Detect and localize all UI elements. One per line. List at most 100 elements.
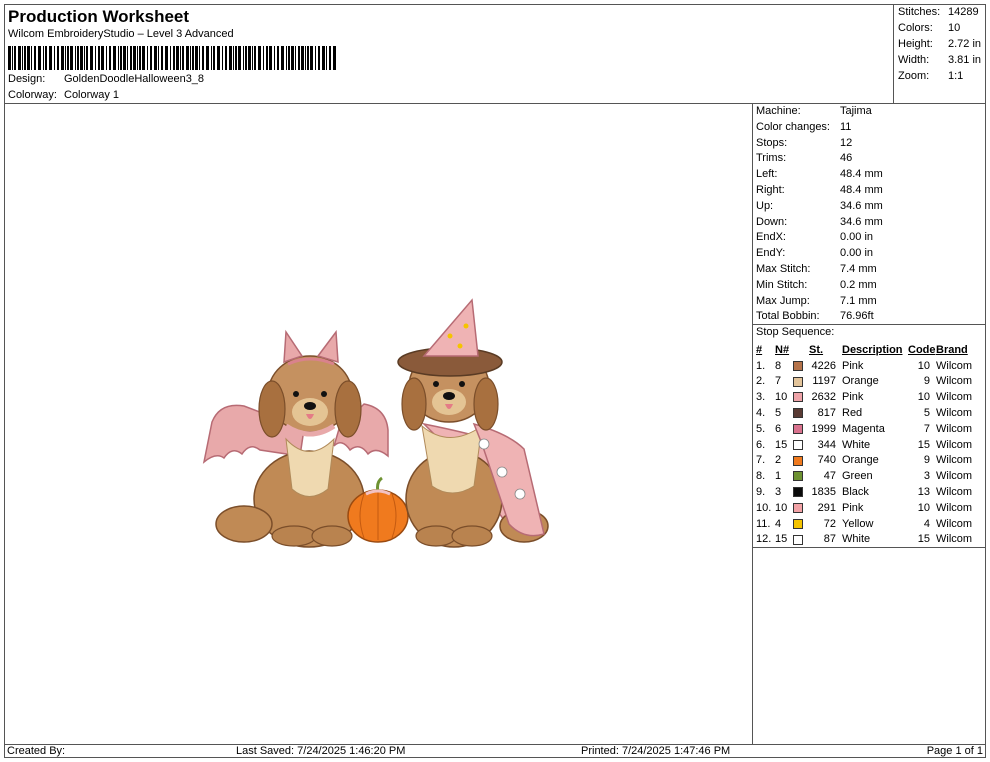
color-swatch-cell — [793, 405, 809, 421]
thread-brand: Wilcom — [936, 438, 973, 451]
machine-info-row: Trims: 46 — [756, 152, 852, 167]
header-brand: Brand — [936, 343, 968, 356]
summary-width: Width: 3.81 in — [898, 54, 982, 66]
thread-description: Orange — [842, 454, 879, 467]
thread-brand: Wilcom — [936, 359, 973, 372]
barcode-bar — [57, 46, 59, 70]
table-divider — [753, 547, 986, 548]
stop-num: 11. — [756, 517, 771, 530]
machine-info-label: Down: — [756, 215, 788, 228]
header-stitches: St. — [809, 343, 824, 356]
thread-description: Pink — [842, 359, 864, 372]
thread-description: White — [842, 533, 871, 546]
stop-sequence-section: Stop Sequence: — [753, 324, 986, 339]
barcode-bar — [301, 46, 304, 70]
barcode-bar — [77, 46, 79, 70]
barcode-bar — [123, 46, 126, 70]
barcode-bar — [43, 46, 44, 70]
software-name: Wilcom EmbroideryStudio – Level 3 Advanc… — [8, 28, 234, 40]
thread-brand: Wilcom — [936, 486, 973, 499]
barcode-bar — [192, 46, 194, 70]
machine-info-row: Color changes: 11 — [756, 121, 851, 136]
stitch-count: 291 — [817, 501, 836, 514]
barcode-bar — [118, 46, 119, 70]
design-value: GoldenDoodleHalloween3_8 — [64, 73, 205, 85]
needle-num: 10 — [775, 501, 788, 514]
barcode-bar — [295, 46, 296, 70]
barcode-bar — [109, 46, 111, 70]
barcode-bar — [113, 46, 116, 70]
barcode-bar — [106, 46, 107, 70]
needle-num: 4 — [775, 517, 782, 530]
machine-info-label: Min Stitch: — [756, 278, 808, 291]
header-num: # — [756, 343, 763, 356]
stop-row: 12. 15 87 White 15 Wilcom — [753, 532, 986, 548]
color-swatch-icon — [793, 439, 803, 450]
stop-num: 6. — [756, 438, 766, 451]
thread-brand: Wilcom — [936, 517, 973, 530]
stitch-count: 1835 — [811, 486, 836, 499]
machine-info-label: Total Bobbin: — [756, 310, 820, 323]
machine-info-row: Min Stitch: 0.2 mm — [756, 279, 877, 294]
barcode-bar — [90, 46, 93, 70]
worksheet-footer: Created By: Last Saved: 7/24/2025 1:46:2… — [4, 744, 986, 758]
barcode-bar — [34, 46, 36, 70]
thread-brand: Wilcom — [936, 375, 973, 388]
machine-info-row: Left: 48.4 mm — [756, 168, 883, 183]
stop-table-header: # N# St. Description Code Brand — [753, 342, 986, 358]
color-swatch-icon — [793, 471, 803, 482]
stop-row: 10. 10 291 Pink 10 Wilcom — [753, 500, 986, 516]
stop-row: 8. 1 47 Green 3 Wilcom — [753, 468, 986, 484]
barcode-bar — [310, 46, 313, 70]
stop-row: 11. 4 72 Yellow 4 Wilcom — [753, 516, 986, 532]
machine-info-row: Stops: 12 — [756, 137, 852, 152]
barcode-bar — [206, 46, 209, 70]
barcode-bar — [133, 46, 136, 70]
color-swatch-cell — [793, 468, 809, 484]
barcode-bar — [8, 46, 11, 70]
thread-brand: Wilcom — [936, 533, 973, 546]
stitch-count: 72 — [823, 517, 836, 530]
right-dog — [397, 298, 549, 548]
barcode-bar — [305, 46, 306, 70]
barcode-bar — [86, 46, 88, 70]
barcode-bar — [277, 46, 279, 70]
stop-num: 3. — [756, 391, 766, 404]
color-swatch-icon — [793, 455, 803, 466]
barcode-bar — [137, 46, 138, 70]
machine-info-value: Tajima — [840, 105, 872, 117]
machine-info-row: EndX: 0.00 in — [756, 231, 873, 246]
design-summary: Stitches: 14289 Colors: 10 Height: 2.72 in … — [894, 4, 986, 104]
machine-info-value: 0.00 in — [840, 247, 874, 260]
barcode-bar — [170, 46, 171, 70]
machine-info-row: Machine: Tajima — [756, 105, 872, 120]
stitch-count: 817 — [817, 407, 836, 420]
machine-info-value: 34.6 mm — [840, 199, 883, 212]
barcode-bar — [38, 46, 41, 70]
color-swatch-cell — [793, 389, 809, 405]
barcode-bar — [315, 46, 316, 70]
barcode-bar — [225, 46, 227, 70]
stitch-count: 344 — [817, 438, 836, 451]
thread-code: 9 — [923, 454, 930, 467]
stop-num: 4. — [756, 407, 766, 420]
barcode-bar — [318, 46, 320, 70]
color-swatch-icon — [793, 423, 803, 434]
thread-code: 10 — [917, 359, 930, 372]
stop-num: 2. — [756, 375, 766, 388]
barcode-bar — [182, 46, 184, 70]
summary-colors: Colors: 10 — [898, 22, 961, 34]
summary-stitches: Stitches: 14289 — [898, 6, 979, 18]
machine-info-label: Machine: — [756, 105, 801, 117]
barcode-bar — [274, 46, 275, 70]
colorway-row: Colorway: Colorway 1 — [8, 89, 119, 101]
barcode-bar — [186, 46, 189, 70]
color-swatch-icon — [793, 487, 803, 498]
stitch-count: 2632 — [811, 391, 836, 404]
stop-row: 9. 3 1835 Black 13 Wilcom — [753, 484, 986, 500]
barcode-bar — [142, 46, 145, 70]
thread-description: Yellow — [842, 517, 874, 530]
machine-info-row: Max Stitch: 7.4 mm — [756, 263, 877, 278]
barcode-bar — [180, 46, 181, 70]
machine-info-value: 48.4 mm — [840, 184, 883, 196]
